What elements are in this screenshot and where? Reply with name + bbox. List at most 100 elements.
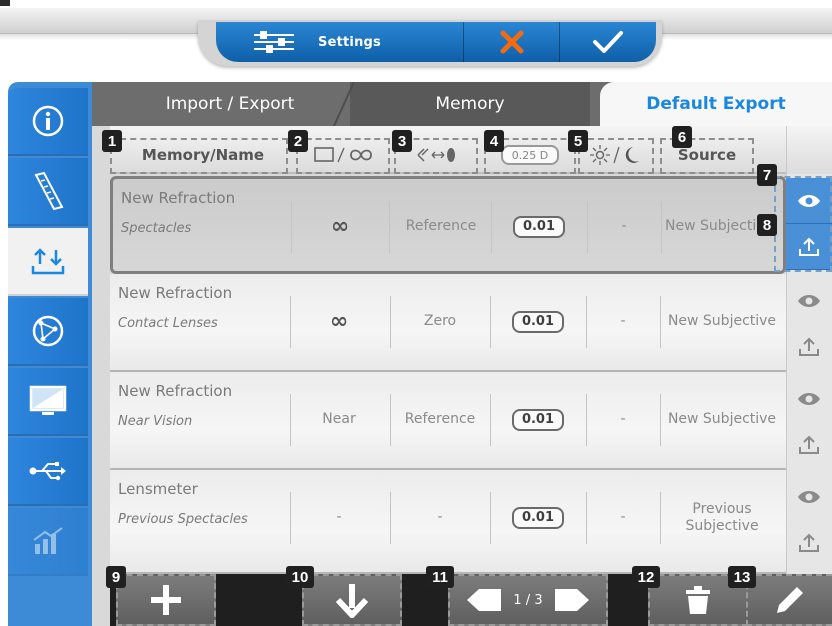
- callout-number: 2: [288, 130, 308, 152]
- close-button[interactable]: [464, 22, 560, 62]
- sidebar-item-info[interactable]: [8, 88, 88, 156]
- light-value: -: [620, 313, 626, 330]
- vertex-cell: Zero: [392, 274, 488, 370]
- next-page-icon[interactable]: [553, 587, 591, 613]
- check-icon: [593, 31, 623, 53]
- settings-button[interactable]: Settings: [216, 22, 464, 62]
- view-button[interactable]: [786, 474, 832, 520]
- light-cell: -: [588, 274, 658, 370]
- table-row[interactable]: New Refraction Spectacles ∞ Reference 0.…: [110, 176, 786, 274]
- callout-number: 9: [106, 566, 126, 588]
- source-cell: New Subjective: [662, 372, 782, 468]
- cell-divider: [290, 296, 291, 348]
- step-value: 0.01: [512, 507, 564, 529]
- cell-divider: [660, 394, 661, 446]
- plus-icon: [151, 585, 181, 615]
- step-cell: 0.01: [492, 470, 584, 566]
- sidebar-item-usb[interactable]: [8, 438, 88, 506]
- light-cell: -: [589, 179, 659, 275]
- info-icon: [32, 105, 64, 137]
- export-button[interactable]: [786, 520, 832, 566]
- action-column-header: [786, 126, 832, 174]
- sidebar-item-network[interactable]: [8, 298, 88, 366]
- upload-icon: [799, 533, 819, 552]
- distance-cell: -: [292, 470, 386, 566]
- cell-divider: [291, 201, 292, 253]
- usb-icon: [29, 462, 66, 481]
- sliders-icon: [254, 31, 294, 53]
- vertex-value: Zero: [423, 313, 457, 330]
- confirm-button[interactable]: [560, 22, 656, 62]
- distance-value: ∞: [330, 214, 350, 240]
- light-cell: -: [588, 470, 658, 566]
- row-title: New Refraction: [118, 382, 233, 400]
- eye-icon: [798, 491, 820, 503]
- cell-divider: [490, 492, 491, 544]
- light-cell: -: [588, 372, 658, 468]
- table-row[interactable]: Lensmeter Previous Spectacles - - 0.01 -…: [110, 470, 786, 574]
- arrow-down-icon: [335, 584, 369, 618]
- step-value: 0.01: [512, 409, 564, 431]
- source-value: New Subjective: [667, 411, 777, 428]
- callout-box-1: [110, 138, 288, 174]
- callout-box-2: [296, 138, 390, 174]
- move-down-button[interactable]: [302, 574, 402, 626]
- cell-divider: [290, 394, 291, 446]
- tab-label: Default Export: [646, 94, 786, 114]
- upload-icon: [799, 435, 819, 454]
- table-row[interactable]: New Refraction Contact Lenses ∞ Zero 0.0…: [110, 274, 786, 372]
- source-cell: New Subjective: [662, 274, 782, 370]
- cell-divider: [390, 492, 391, 544]
- sidebar-item-statistics[interactable]: [8, 508, 88, 576]
- view-button[interactable]: [786, 376, 832, 422]
- row-title: New Refraction: [121, 189, 236, 207]
- cell-divider: [660, 492, 661, 544]
- distance-value: Near: [322, 411, 356, 428]
- distance-value: -: [336, 509, 342, 526]
- cell-divider: [490, 296, 491, 348]
- export-button[interactable]: [786, 422, 832, 468]
- row-name: Lensmeter Previous Spectacles: [118, 480, 288, 527]
- edit-button[interactable]: [746, 574, 832, 626]
- prev-page-icon[interactable]: [465, 587, 503, 613]
- import-export-icon: [31, 248, 65, 275]
- pagination: 1 / 3: [448, 574, 608, 626]
- table-row[interactable]: New Refraction Near Vision Near Referenc…: [110, 372, 786, 470]
- tab-default-export[interactable]: Default Export: [600, 82, 832, 126]
- step-cell: 0.01: [492, 274, 584, 370]
- cell-divider: [390, 394, 391, 446]
- step-cell: 0.01: [493, 179, 585, 275]
- callout-number: 13: [728, 566, 756, 588]
- chart-icon: [33, 527, 63, 554]
- cell-divider: [586, 492, 587, 544]
- cell-divider: [586, 296, 587, 348]
- row-name: New Refraction Near Vision: [118, 382, 288, 429]
- row-subtitle: Previous Spectacles: [118, 512, 248, 527]
- distance-cell: ∞: [293, 179, 387, 275]
- cell-divider: [586, 394, 587, 446]
- cell-divider: [587, 201, 588, 253]
- tab-divider: [333, 82, 355, 126]
- cell-divider: [389, 201, 390, 253]
- sidebar-item-ruler[interactable]: [8, 158, 88, 226]
- window-corner: [0, 0, 10, 6]
- callout-number: 12: [632, 566, 660, 588]
- callout-number: 5: [568, 130, 588, 152]
- sidebar-item-display[interactable]: [8, 368, 88, 436]
- tab-memory[interactable]: Memory: [350, 82, 590, 126]
- row-subtitle: Near Vision: [118, 414, 193, 429]
- row-title: Lensmeter: [118, 480, 198, 498]
- export-button[interactable]: [786, 324, 832, 370]
- callout-number: 1: [102, 130, 122, 152]
- tab-label: Import / Export: [165, 94, 295, 114]
- view-button[interactable]: [786, 278, 832, 324]
- cell-divider: [491, 201, 492, 253]
- trash-icon: [686, 586, 710, 614]
- sidebar-item-import-export[interactable]: [8, 228, 88, 296]
- tab-import-export[interactable]: Import / Export: [110, 82, 350, 126]
- add-button[interactable]: [116, 574, 216, 626]
- eye-icon: [798, 295, 820, 307]
- row-name: New Refraction Contact Lenses: [118, 284, 288, 331]
- pencil-icon: [777, 587, 803, 613]
- light-value: -: [620, 411, 626, 428]
